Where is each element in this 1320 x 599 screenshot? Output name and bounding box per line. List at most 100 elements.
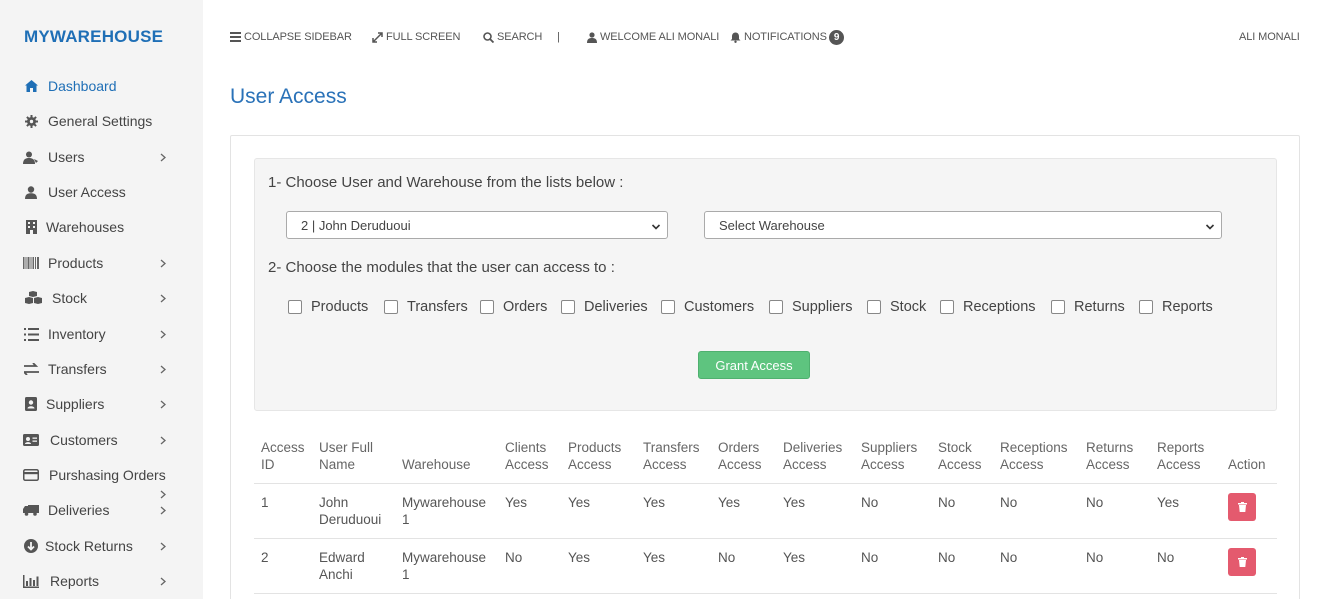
brand-logo[interactable]: MYWAREHOUSE (24, 27, 163, 47)
cell-warehouse: Mywarehouse 1 (402, 550, 487, 582)
sidebar-item-reports[interactable]: Reports (0, 566, 203, 596)
column-header-action: Action (1228, 457, 1266, 472)
sidebar-item-customers[interactable]: Customers (0, 425, 203, 455)
module-label: Receptions (963, 299, 1036, 315)
cell-transfers-access: Yes (643, 495, 666, 510)
module-label: Stock (890, 299, 927, 315)
sidebar-item-stock[interactable]: Stock (0, 283, 203, 313)
step-1-instruction: 1- Choose User and Warehouse from the li… (268, 174, 624, 191)
checkbox[interactable] (940, 300, 954, 314)
cell-products-access: Yes (568, 495, 591, 510)
cell-stock-access: No (938, 495, 956, 510)
credit-card-icon (22, 466, 40, 484)
checkbox[interactable] (661, 300, 675, 314)
warehouse-select[interactable]: Select Warehouse (704, 211, 1222, 239)
bar-chart-icon (22, 572, 40, 590)
cell-reports-access: No (1157, 550, 1175, 565)
module-checkbox-receptions[interactable]: Receptions (940, 297, 1036, 317)
notification-count-badge: 9 (828, 29, 845, 45)
table-divider (254, 538, 1277, 539)
sidebar-item-stock-returns[interactable]: Stock Returns (0, 531, 203, 561)
cell-user-full-name: Edward Anchi (319, 550, 365, 582)
checkbox[interactable] (867, 300, 881, 314)
sidebar-item-label: User Access (48, 184, 126, 200)
arrow-circle-down-icon (22, 537, 40, 555)
module-label: Suppliers (792, 299, 853, 315)
full-screen-button[interactable]: FULL SCREEN (372, 29, 460, 45)
checkbox[interactable] (384, 300, 398, 314)
chevron-right-icon (158, 364, 168, 374)
user-select[interactable]: 2 | John Deruduoui (286, 211, 668, 239)
collapse-sidebar-button[interactable]: COLLAPSE SIDEBAR (230, 29, 352, 45)
sidebar-item-inventory[interactable]: Inventory (0, 319, 203, 349)
sidebar-item-dashboard[interactable]: Dashboard (0, 71, 203, 101)
notifications-label: NOTIFICATIONS (744, 31, 827, 43)
bell-icon (730, 32, 741, 43)
module-checkbox-suppliers[interactable]: Suppliers (769, 297, 852, 317)
chevron-right-icon (158, 258, 168, 268)
notifications-button[interactable]: NOTIFICATIONS 9 (730, 29, 845, 45)
column-header-suppliers-access: Suppliers Access (861, 440, 918, 472)
bars-icon (230, 32, 241, 42)
sidebar-item-suppliers[interactable]: Suppliers (0, 389, 203, 419)
chevron-right-icon (158, 152, 168, 162)
module-checkbox-reports[interactable]: Reports (1139, 297, 1213, 317)
cell-returns-access: No (1086, 495, 1104, 510)
sidebar-item-products[interactable]: Products (0, 248, 203, 278)
checkbox[interactable] (288, 300, 302, 314)
sidebar-item-label: Reports (50, 573, 100, 589)
cell-receptions-access: No (1000, 550, 1018, 565)
sidebar-item-label: Warehouses (46, 219, 125, 235)
trash-icon (1237, 557, 1247, 567)
module-checkbox-products[interactable]: Products (288, 297, 368, 317)
column-header-deliveries-access: Deliveries Access (783, 440, 843, 472)
sidebar-item-purshasing-orders[interactable]: Purshasing Orders (0, 460, 203, 498)
chevron-right-icon (158, 576, 168, 586)
checkbox[interactable] (769, 300, 783, 314)
column-header-returns-access: Returns Access (1086, 440, 1134, 472)
chevron-down-icon (651, 220, 661, 235)
checkbox[interactable] (561, 300, 575, 314)
sidebar-item-deliveries[interactable]: Deliveries (0, 495, 203, 525)
sidebar-item-users[interactable]: Users (0, 142, 203, 172)
list-icon (22, 325, 40, 343)
module-checkbox-returns[interactable]: Returns (1051, 297, 1125, 317)
checkbox[interactable] (1139, 300, 1153, 314)
checkbox[interactable] (480, 300, 494, 314)
module-checkbox-orders[interactable]: Orders (480, 297, 547, 317)
sidebar-item-label: Users (48, 149, 85, 165)
sidebar-item-label: Stock (52, 290, 88, 306)
grant-access-button[interactable]: Grant Access (698, 351, 810, 379)
cell-stock-access: No (938, 550, 956, 565)
sidebar-item-user-access[interactable]: User Access (0, 177, 203, 207)
sidebar-item-general-settings[interactable]: General Settings (0, 106, 203, 136)
table-divider (254, 483, 1277, 484)
expand-icon (372, 31, 383, 43)
module-checkbox-transfers[interactable]: Transfers (384, 297, 468, 317)
module-checkbox-deliveries[interactable]: Deliveries (561, 297, 648, 317)
delete-button[interactable] (1228, 493, 1256, 521)
chevron-down-icon (1205, 220, 1215, 235)
address-book-icon (22, 395, 40, 413)
cell-reports-access: Yes (1157, 495, 1180, 510)
sidebar-item-warehouses[interactable]: Warehouses (0, 212, 203, 242)
module-checkbox-customers[interactable]: Customers (661, 297, 754, 317)
column-header-clients-access: Clients Access (505, 440, 549, 472)
chevron-right-icon (158, 541, 168, 551)
sidebar-item-label: Inventory (48, 326, 106, 342)
sidebar-item-label: General Settings (48, 113, 153, 129)
sidebar-item-label: Stock Returns (45, 538, 133, 554)
sidebar: MYWAREHOUSE Dashboard General Settings U… (0, 0, 203, 599)
step-2-instruction: 2- Choose the modules that the user can … (268, 259, 615, 276)
cell-access-id: 1 (261, 495, 269, 510)
sidebar-item-label: Customers (50, 432, 118, 448)
chevron-right-icon (158, 435, 168, 445)
delete-button[interactable] (1228, 548, 1256, 576)
cell-transfers-access: Yes (643, 550, 666, 565)
sidebar-item-transfers[interactable]: Transfers (0, 354, 203, 384)
welcome-user[interactable]: WELCOME ALI MONALI (587, 29, 719, 45)
checkbox[interactable] (1051, 300, 1065, 314)
module-checkbox-stock[interactable]: Stock (867, 297, 926, 317)
user-menu[interactable]: ALI MONALI (1239, 29, 1300, 45)
search-button[interactable]: SEARCH (483, 29, 542, 45)
